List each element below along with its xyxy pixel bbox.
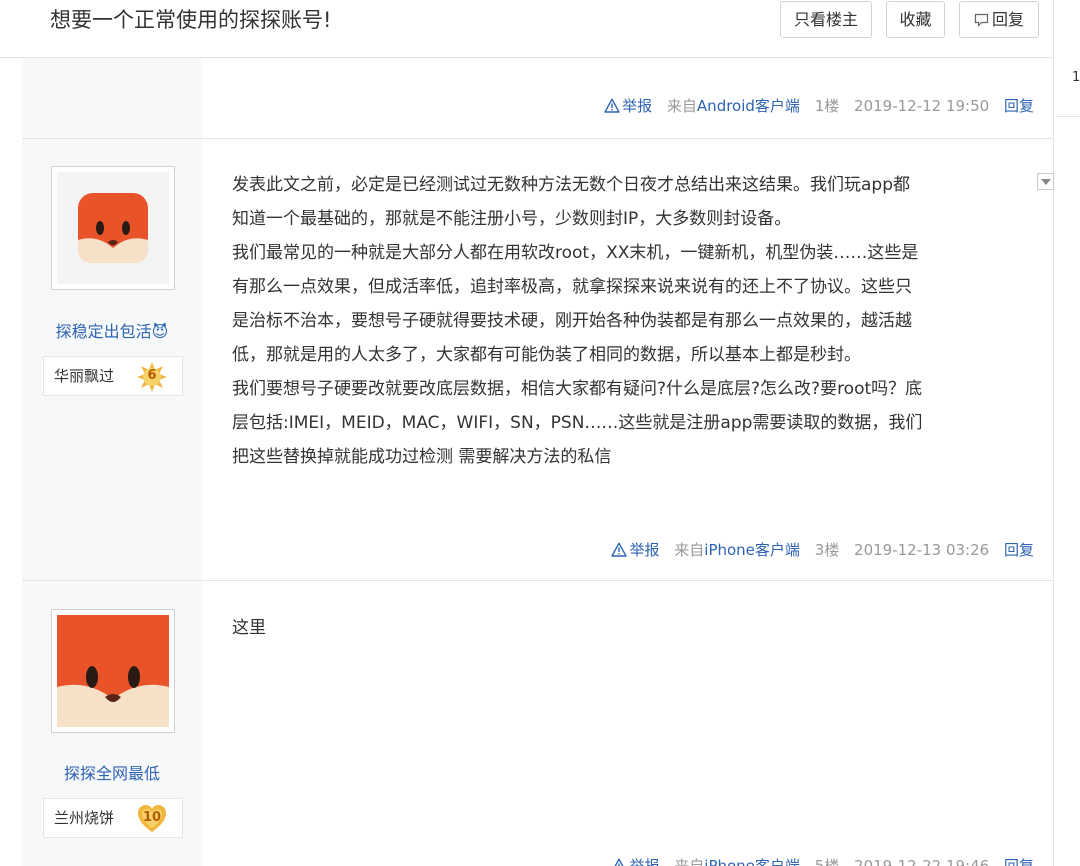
post-meta-floor-3: 举报 来自iPhone客户端 3楼 2019-12-13 03:26 回复 [611, 540, 1034, 560]
client-source: 来自Android客户端 [666, 97, 800, 115]
badge-title: 兰州烧饼 [54, 809, 115, 827]
post-time: 2019-12-12 19:50 [854, 97, 990, 115]
reply-button[interactable]: 回复 [959, 1, 1039, 38]
sidebar-fragment-number: 1 [1072, 70, 1080, 85]
username-link[interactable]: 探稳定出包活😈 [22, 318, 202, 342]
client-source: 来自iPhone客户端 [674, 541, 800, 559]
post-meta-floor-5: 举报 来自iPhone客户端 5楼 2019-12-22 19:46 回复 [611, 856, 1034, 866]
client-source: 来自iPhone客户端 [674, 857, 800, 866]
floor-number: 5楼 [814, 857, 840, 866]
report-label: 举报 [629, 857, 660, 866]
post-list: 举报 来自Android客户端 1楼 2019-12-12 19:50 回复 探… [22, 58, 1054, 866]
thread-title: 想要一个正常使用的探探账号! [50, 8, 332, 32]
post-divider [22, 138, 1054, 139]
content-line: 是治标不治本，要想号子硬就得要技术硬，刚开始各种伪装都是有那么一点效果的，越活越 [232, 311, 912, 331]
content-line: 把这些替换掉就能成功过检测 需要解决方法的私信 [232, 447, 612, 467]
warning-icon [611, 542, 628, 557]
collapse-post-toggle[interactable] [1037, 173, 1054, 190]
client-link[interactable]: Android客户端 [697, 97, 800, 115]
badge-level: 6 [147, 368, 157, 383]
post-content: 这里 [232, 611, 266, 645]
client-link[interactable]: iPhone客户端 [704, 541, 800, 559]
floor-number: 3楼 [814, 541, 840, 559]
content-line: 知道一个最基础的，那就是不能注册小号，少数则封IP，大多数则封设备。 [232, 209, 792, 229]
warning-icon [604, 98, 620, 113]
report-link[interactable]: 举报 [611, 541, 659, 559]
client-link[interactable]: iPhone客户端 [704, 857, 800, 866]
badge-level: 10 [142, 810, 162, 825]
sidebar-fragment-divider [1056, 116, 1080, 117]
report-link[interactable]: 举报 [611, 857, 659, 866]
content-line: 我们要想号子硬要改就要改底层数据，相信大家都有疑问?什么是底层?怎么改?要roo… [232, 379, 923, 399]
content-line: 低，那就是用的人太多了，大家都有可能伪装了相同的数据，所以基本上都是秒封。 [232, 345, 861, 365]
reply-link[interactable]: 回复 [1004, 541, 1034, 559]
comment-icon [974, 13, 989, 27]
tantan-fox-icon [57, 172, 169, 284]
report-label: 举报 [629, 541, 660, 559]
content-line: 有那么一点效果，但成活率低，追封率极高，就拿探探来说来说有的还上不了协议。这些只 [232, 277, 912, 297]
member-badge[interactable]: 兰州烧饼 10 [43, 798, 183, 838]
post-divider [22, 580, 1054, 581]
floor-number: 1楼 [814, 97, 840, 115]
content-line: 层包括:IMEI，MEID，MAC，WIFI，SN，PSN……这些就是注册app… [232, 413, 923, 433]
reply-link[interactable]: 回复 [1004, 857, 1034, 866]
post-content: 发表此文之前，必定是已经测试过无数种方法无数个日夜才总结出来这结果。我们玩app… [232, 168, 922, 474]
post-time: 2019-12-13 03:26 [854, 541, 990, 559]
username-link[interactable]: 探探全网最低 [22, 760, 202, 784]
favorite-button[interactable]: 收藏 [886, 1, 945, 38]
level-heart-icon: 10 [136, 803, 168, 835]
reply-button-label: 回复 [991, 10, 1024, 29]
badge-title: 华丽飘过 [54, 367, 115, 385]
content-line: 这里 [232, 618, 266, 638]
thread-header: 想要一个正常使用的探探账号! 只看楼主 收藏 回复 [0, 0, 1054, 58]
report-link[interactable]: 举报 [604, 97, 652, 115]
avatar[interactable] [51, 609, 175, 733]
avatar[interactable] [51, 166, 175, 290]
post-time: 2019-12-22 19:46 [854, 857, 990, 866]
level-star-icon: 6 [136, 361, 168, 393]
report-label: 举报 [622, 97, 653, 115]
member-badge[interactable]: 华丽飘过 6 [43, 356, 183, 396]
warning-icon [614, 858, 624, 866]
content-line: 发表此文之前，必定是已经测试过无数种方法无数个日夜才总结出来这结果。我们玩app… [232, 175, 910, 195]
content-line: 我们最常见的一种就是大部分人都在用软改root，XX末机，一键新机，机型伪装……… [232, 243, 919, 263]
post-meta-floor-1: 举报 来自Android客户端 1楼 2019-12-12 19:50 回复 [604, 96, 1034, 116]
reply-link[interactable]: 回复 [1004, 97, 1034, 115]
tantan-fox-icon [57, 615, 169, 727]
only-op-button[interactable]: 只看楼主 [780, 1, 872, 38]
